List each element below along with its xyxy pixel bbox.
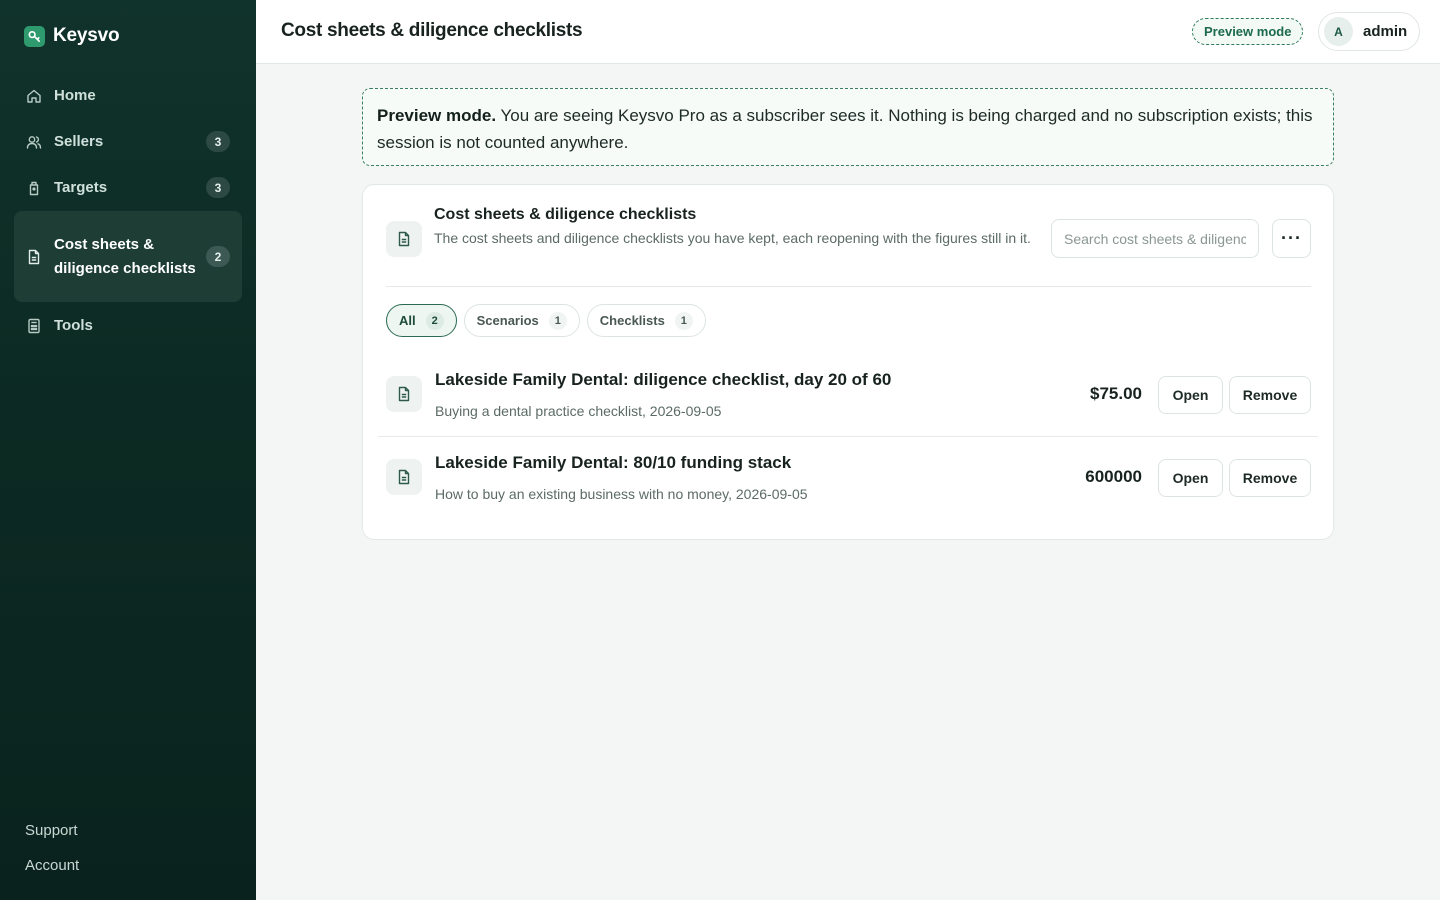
sidebar-item-label: Targets: [54, 178, 108, 196]
sidebar-footer: Support Account: [25, 806, 79, 876]
brand-name: Keysvo: [53, 25, 120, 46]
users-icon: [26, 135, 42, 149]
panel-title: Cost sheets & diligence checklists: [434, 206, 697, 223]
saved-items-panel: Cost sheets & diligence checklists The c…: [362, 184, 1334, 540]
panel-subtitle: The cost sheets and diligence checklists…: [434, 230, 1031, 246]
support-link[interactable]: Support: [25, 820, 79, 841]
sidebar-item-tools[interactable]: Tools: [14, 303, 242, 348]
avatar: A: [1324, 17, 1353, 46]
filter-label: Checklists: [599, 313, 665, 328]
document-icon: [386, 221, 422, 257]
brand[interactable]: Keysvo: [24, 24, 120, 48]
home-icon: [27, 89, 41, 103]
user-menu[interactable]: A admin: [1318, 12, 1421, 51]
sidebar-item-label: Sellers: [54, 132, 104, 150]
user-name: admin: [1363, 23, 1408, 40]
filter-label: All: [399, 313, 416, 328]
count-badge: 3: [206, 131, 230, 152]
sidebar-item-sellers[interactable]: Sellers 3: [14, 119, 242, 164]
target-icon: [29, 181, 39, 195]
notice-text: You are seeing Keysvo Pro as a subscribe…: [377, 106, 1313, 152]
panel-header: Cost sheets & diligence checklists The c…: [386, 205, 1311, 287]
open-button[interactable]: Open: [1158, 459, 1223, 497]
open-button[interactable]: Open: [1158, 376, 1223, 414]
count-badge: 2: [206, 246, 230, 267]
list-item: Lakeside Family Dental: diligence checkl…: [378, 354, 1318, 437]
filter-scenarios[interactable]: Scenarios 1: [463, 304, 580, 337]
filter-checklists[interactable]: Checklists 1: [586, 304, 706, 337]
item-title: Lakeside Family Dental: 80/10 funding st…: [435, 453, 792, 472]
key-logo-icon: [24, 25, 45, 47]
page-title: Cost sheets & diligence checklists: [281, 20, 583, 41]
sidebar-item-label: Tools: [54, 316, 93, 334]
sidebar-item-label: Home: [54, 86, 96, 104]
filter-count: 2: [425, 311, 444, 330]
filter-label: Scenarios: [476, 313, 539, 328]
document-icon: [386, 376, 422, 412]
saved-items-list: Lakeside Family Dental: diligence checkl…: [378, 354, 1318, 520]
preview-notice: Preview mode. You are seeing Keysvo Pro …: [362, 88, 1334, 166]
sidebar-item-home[interactable]: Home: [14, 73, 242, 118]
item-amount: $75.00: [1090, 384, 1142, 403]
item-title: Lakeside Family Dental: diligence checkl…: [435, 370, 892, 389]
item-meta: How to buy an existing business with no …: [435, 486, 808, 502]
filter-count: 1: [674, 311, 693, 330]
sidebar-item-targets[interactable]: Targets 3: [14, 165, 242, 210]
document-icon: [28, 249, 40, 264]
remove-button[interactable]: Remove: [1229, 459, 1311, 497]
filter-count: 1: [548, 311, 567, 330]
sidebar-item-label: Cost sheets & diligence checklists: [54, 235, 196, 277]
item-amount: 600000: [1085, 467, 1142, 486]
list-item: Lakeside Family Dental: 80/10 funding st…: [378, 437, 1318, 520]
notice-heading: Preview mode.: [377, 106, 497, 125]
sidebar-item-cost-sheets[interactable]: Cost sheets & diligence checklists 2: [14, 211, 242, 302]
sidebar-nav: Home Sellers 3 Targets 3 Cost sheets & d…: [14, 73, 242, 349]
preview-mode-badge[interactable]: Preview mode: [1192, 18, 1304, 45]
count-badge: 3: [206, 177, 230, 198]
document-icon: [386, 459, 422, 495]
search-input[interactable]: [1051, 219, 1259, 258]
account-link[interactable]: Account: [25, 855, 79, 876]
more-options-button[interactable]: ···: [1272, 219, 1311, 258]
top-bar: Cost sheets & diligence checklists Previ…: [256, 0, 1440, 64]
filter-chips: All 2 Scenarios 1 Checklists 1: [386, 304, 706, 337]
item-meta: Buying a dental practice checklist, 2026…: [435, 403, 722, 419]
sidebar: Keysvo Home Sellers 3 Targets 3 Cost she…: [0, 0, 256, 900]
filter-all[interactable]: All 2: [386, 304, 457, 337]
calculator-icon: [28, 318, 40, 333]
remove-button[interactable]: Remove: [1229, 376, 1311, 414]
